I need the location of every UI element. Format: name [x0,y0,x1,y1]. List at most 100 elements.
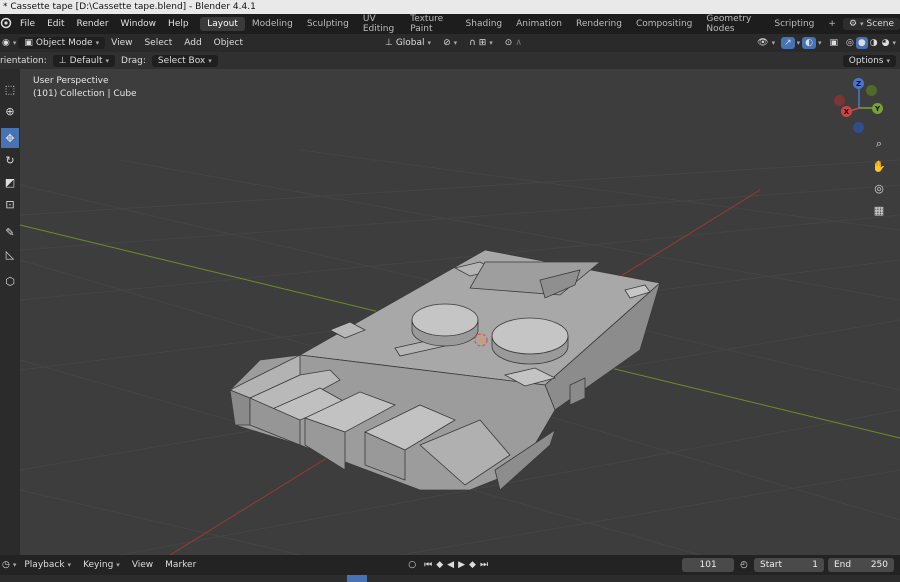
timeline-editor-type-button[interactable]: ◷ ▾ [0,559,18,571]
playback-label: Playback [24,560,65,570]
menu-help[interactable]: Help [162,19,195,29]
shading-solid-button[interactable]: ● [855,37,868,49]
gizmo-neg-x-axis[interactable] [834,95,845,106]
workspace-tab-compositing[interactable]: Compositing [629,17,699,31]
tool-shelf: ⬚ ⊕ ✥ ↻ ◩ ⊡ ✎ ◺ ⬡ [0,69,20,555]
playhead-indicator[interactable] [347,575,367,582]
orientation-setting-dropdown[interactable]: ⊥ Default ▾ [52,54,116,67]
workspace-tab-animation[interactable]: Animation [509,17,569,31]
drag-dropdown[interactable]: Select Box ▾ [151,54,218,67]
pivot-point-selector[interactable]: ⊘ ▾ [437,37,463,49]
mode-selector[interactable]: ▣ Object Mode ▾ [18,37,106,49]
timeline-ruler[interactable] [0,575,900,582]
header-menu-select[interactable]: Select [138,37,178,49]
play-icon[interactable]: ▶ [456,559,467,571]
proportional-edit-toggle[interactable]: ⊙ ∧ [499,37,528,49]
gizmo-neg-y-axis[interactable] [866,85,877,96]
chevron-down-icon: ▾ [105,56,110,65]
keying-menu[interactable]: Keying ▾ [77,559,126,571]
rotate-tool-icon[interactable]: ↻ [1,150,19,170]
gizmo-y-axis[interactable]: Y [872,103,883,114]
timeline-editor: ◷ ▾ Playback ▾ Keying ▾ View Marker ○ ⏮ ◆ ◀… [0,555,900,582]
options-label: Options [848,55,884,66]
header-menu-view[interactable]: View [105,37,138,49]
visibility-selector[interactable]: 👁 ▾ [751,37,781,49]
jump-end-icon[interactable]: ⏭ [478,559,490,571]
transform-tool-icon[interactable]: ⊡ [1,194,19,214]
menu-file[interactable]: File [14,19,41,29]
shading-wireframe-button[interactable]: ◎ [844,37,856,49]
workspace-tab-uv-editing[interactable]: UV Editing [356,12,403,36]
add-cube-tool-icon[interactable]: ⬡ [1,271,19,291]
eye-icon: 👁 [757,38,769,48]
gizmo-z-axis[interactable]: Z [853,78,864,89]
current-frame-field[interactable]: 101 [682,558,735,572]
chevron-down-icon: ▾ [771,39,776,47]
editor-type-icon: ◉ [2,38,10,48]
select-box-tool-icon[interactable]: ⬚ [1,79,19,99]
shading-rendered-button[interactable]: ◕ [880,37,892,49]
measure-tool-icon[interactable]: ◺ [1,244,19,264]
scale-tool-icon[interactable]: ◩ [1,172,19,192]
jump-start-icon[interactable]: ⏮ [422,559,434,571]
gizmo-neg-z-axis[interactable] [853,122,864,133]
menu-render[interactable]: Render [71,19,115,29]
end-frame-value: 250 [870,560,888,570]
current-frame-value: 101 [699,560,717,570]
gizmo-dropdown[interactable]: ▾ [795,38,803,48]
scene-selector[interactable]: ⚙ ▾ Scene [842,18,900,30]
workspace-tab-rendering[interactable]: Rendering [569,17,629,31]
shading-material-button[interactable]: ◑ [868,37,880,49]
perspective-label: User Perspective [33,76,109,86]
playback-menu[interactable]: Playback ▾ [18,559,77,571]
xray-toggle[interactable]: ▣ [824,37,845,49]
camera-icon[interactable]: ◎ [870,179,888,197]
workspace-tab-sculpting[interactable]: Sculpting [300,17,356,31]
start-frame-value: 1 [812,560,818,570]
cursor-tool-icon[interactable]: ⊕ [1,101,19,121]
play-reverse-icon[interactable]: ◀ [445,559,456,571]
scene-icon: ⚙ [848,19,858,29]
workspace-tab-shading[interactable]: Shading [459,17,510,31]
overlays-toggle[interactable]: ◐ [802,37,817,49]
navigation-gizmo[interactable]: Z Y X [833,76,888,134]
grid-perspective-icon[interactable]: ▦ [870,201,888,219]
workspace-tab-scripting[interactable]: Scripting [767,17,821,31]
gizmo-x-axis[interactable]: X [841,106,852,117]
annotate-tool-icon[interactable]: ✎ [1,222,19,242]
record-icon[interactable]: ○ [402,559,422,571]
next-keyframe-icon[interactable]: ◆ [467,559,478,571]
blender-logo-icon[interactable] [0,17,14,32]
orientation-setting-value: Default [69,55,103,66]
menu-window[interactable]: Window [115,19,163,29]
end-frame-field[interactable]: End 250 [828,558,894,572]
overlays-dropdown[interactable]: ▾ [816,38,824,48]
workspace-tab-geometry-nodes[interactable]: Geometry Nodes [699,12,767,36]
header-menu-add[interactable]: Add [178,37,207,49]
chevron-down-icon: ▾ [12,561,17,569]
zoom-icon[interactable]: ⌕ [870,135,888,153]
options-dropdown[interactable]: Options ▾ [842,54,896,67]
snap-toggle[interactable]: ∩ ⊞ ▾ [463,37,499,49]
3d-viewport[interactable] [20,69,900,555]
workspace-tab-texture-paint[interactable]: Texture Paint [403,12,458,36]
menu-edit[interactable]: Edit [41,19,70,29]
header-menu-object[interactable]: Object [208,37,249,49]
orientation-axes-icon: ⊥ [384,38,393,48]
drag-value: Select Box [157,55,206,66]
gizmo-toggle[interactable]: ↗ [781,37,795,49]
hand-pan-icon[interactable]: ✋ [870,157,888,175]
marker-menu[interactable]: Marker [159,559,202,571]
start-frame-field[interactable]: Start 1 [754,558,824,572]
prev-keyframe-icon[interactable]: ◆ [434,559,445,571]
transform-orientation-selector[interactable]: ⊥ Global ▾ [379,37,437,49]
stopwatch-icon[interactable]: ◴ [734,559,754,571]
editor-type-button[interactable]: ◉ ▾ [0,37,18,49]
workspace-tab-layout[interactable]: Layout [200,17,245,31]
mode-label: Object Mode [35,38,93,48]
move-tool-icon[interactable]: ✥ [1,128,19,148]
workspace-tab-modeling[interactable]: Modeling [245,17,300,31]
shading-dropdown[interactable]: ▾ [891,38,900,48]
timeline-view-menu[interactable]: View [126,559,159,571]
add-workspace-button[interactable]: + [821,17,843,31]
